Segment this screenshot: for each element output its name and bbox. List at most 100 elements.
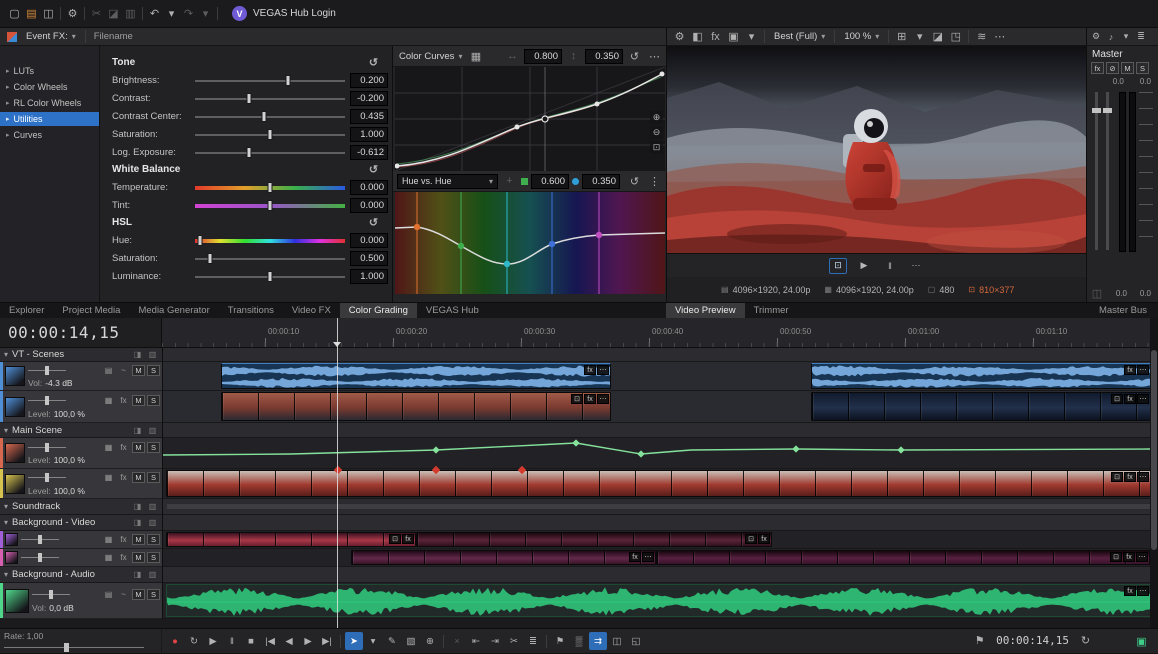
event-fx-dropdown[interactable]: Event FX: ▾ — [21, 29, 81, 45]
preview-quality-dropdown[interactable]: Best (Full)▾ — [769, 29, 830, 45]
undo-dropdown[interactable]: ▾ — [163, 5, 180, 22]
envelope-tool-button[interactable]: ✎ — [383, 632, 401, 650]
project-properties-icon[interactable]: ⚙ — [64, 5, 81, 22]
tab-video-preview[interactable]: Video Preview — [666, 303, 745, 319]
track-fx-icon[interactable]: fx — [117, 535, 130, 544]
slider-handle[interactable] — [208, 253, 213, 264]
slider-value[interactable]: 0.435 — [350, 109, 388, 124]
more-button[interactable]: ⋯ — [907, 258, 925, 274]
rate-slider-handle[interactable] — [64, 643, 69, 652]
master-insert-fx-button[interactable]: ⊘ — [1106, 62, 1119, 74]
timeline-timecode-display[interactable]: 00:00:14,15 — [0, 318, 162, 348]
slider-track[interactable] — [195, 129, 345, 140]
undo-icon[interactable]: ↶ — [146, 5, 163, 22]
slider-value[interactable]: 0.000 — [350, 198, 388, 213]
track-level-fader[interactable] — [28, 366, 66, 375]
slider-value[interactable]: 0.000 — [350, 180, 388, 195]
slider-handle[interactable] — [268, 182, 273, 193]
auto-ripple-button[interactable]: ⇉ — [589, 632, 607, 650]
tab-vegas-hub[interactable]: VEGAS Hub — [417, 303, 488, 319]
soundtrack-clip[interactable] — [166, 503, 1150, 510]
track-mute-button[interactable]: M — [132, 589, 145, 600]
tab-transitions[interactable]: Transitions — [219, 303, 283, 319]
delete-button[interactable]: × — [448, 632, 466, 650]
group-mute-icon[interactable]: ◨ — [132, 426, 143, 435]
volume-envelope[interactable] — [163, 438, 1150, 469]
slider-handle[interactable] — [247, 147, 252, 158]
reset-hue-curve-icon[interactable]: ↺ — [626, 173, 643, 190]
track-header-8[interactable]: ▦fxMS — [0, 531, 162, 549]
track-solo-button[interactable]: S — [147, 552, 160, 563]
track-group-background-audio[interactable]: ▾Background - Audio◨▥ — [0, 567, 162, 583]
fader-handle[interactable] — [45, 473, 49, 482]
fader-handle[interactable] — [45, 443, 49, 452]
next-frame-button[interactable]: ▶ — [299, 632, 317, 650]
fader-handle[interactable] — [38, 553, 42, 562]
track-automation-icon[interactable]: ▦ — [102, 553, 115, 562]
clip-fx-badge[interactable]: fx — [1124, 586, 1136, 596]
collapse-caret-icon[interactable]: ▾ — [4, 350, 8, 359]
slider-value[interactable]: 0.000 — [350, 233, 388, 248]
fader-handle[interactable] — [1092, 108, 1101, 113]
clip-fx-badge[interactable]: fx — [402, 534, 414, 544]
slider-handle[interactable] — [247, 93, 252, 104]
curve-y-value[interactable]: 0.350 — [585, 49, 623, 64]
track-level-fader[interactable] — [28, 473, 66, 482]
clip-crop-badge[interactable]: ⊡ — [389, 534, 401, 544]
timeline-clip[interactable]: ⊡fx⋯ — [221, 392, 611, 421]
grid-caret[interactable]: ▾ — [911, 28, 928, 45]
sidebar-item-rl-color-wheels[interactable]: ▸RL Color Wheels — [0, 96, 99, 110]
slider-value[interactable]: 1.000 — [350, 269, 388, 284]
reset-section-icon[interactable]: ↺ — [365, 161, 382, 178]
track-level-fader[interactable] — [21, 535, 59, 544]
hue-curve-editor[interactable] — [395, 192, 665, 294]
external-monitor-icon[interactable]: ▣ — [1133, 633, 1150, 650]
clip-fx-badge[interactable]: fx — [1123, 552, 1135, 562]
track-fx-icon[interactable]: fx — [117, 553, 130, 562]
track-header-4[interactable]: ▦fxMSLevel:100,0 % — [0, 438, 162, 469]
region-button[interactable]: ▒ — [570, 632, 588, 650]
clip-fx-badge[interactable]: fx — [629, 552, 641, 562]
track-fx-icon[interactable]: ~ — [117, 366, 130, 375]
track-level-fader[interactable] — [28, 443, 66, 452]
track-fx-icon[interactable]: ~ — [117, 590, 130, 599]
overlay-caret[interactable]: ▾ — [743, 28, 760, 45]
vegas-hub-login-button[interactable]: V VEGAS Hub Login — [232, 6, 336, 21]
slider-track[interactable] — [195, 235, 345, 246]
slider-track[interactable] — [195, 93, 345, 104]
master-caret[interactable]: ▾ — [1119, 28, 1133, 45]
reset-section-icon[interactable]: ↺ — [365, 214, 382, 231]
slider-handle[interactable] — [262, 111, 267, 122]
redo-icon[interactable]: ↷ — [180, 5, 197, 22]
preview-device-icon[interactable]: ⚙ — [671, 28, 688, 45]
open-project-icon[interactable]: ▤ — [23, 5, 40, 22]
tab-explorer[interactable]: Explorer — [0, 303, 53, 319]
tab-video-fx[interactable]: Video FX — [283, 303, 340, 319]
clip-crop-badge[interactable]: ⊡ — [1111, 394, 1123, 404]
group-fx-icon[interactable]: ▥ — [147, 502, 158, 511]
point-y-value[interactable]: 0.350 — [582, 174, 620, 189]
slider-handle[interactable] — [286, 75, 291, 86]
tab-project-media[interactable]: Project Media — [53, 303, 129, 319]
track-mute-button[interactable]: M — [132, 395, 145, 406]
copy-snapshot-icon[interactable]: ◪ — [929, 28, 946, 45]
clip-more-badge[interactable]: ⋯ — [597, 365, 609, 375]
track-header-9[interactable]: ▦fxMS — [0, 549, 162, 567]
play-button[interactable]: ▶ — [855, 258, 873, 274]
audio-device-icon[interactable]: ♪ — [1104, 28, 1118, 45]
curve-x-value[interactable]: 0.800 — [524, 49, 562, 64]
track-group-soundtrack[interactable]: ▾Soundtrack◨▥ — [0, 499, 162, 515]
track-automation-icon[interactable]: ▦ — [102, 535, 115, 544]
slider-track[interactable] — [195, 271, 345, 282]
clip-more-badge[interactable]: ⋯ — [1137, 394, 1149, 404]
timeline-clip[interactable]: ⊡fx⋯ — [656, 550, 1150, 565]
track-solo-button[interactable]: S — [147, 534, 160, 545]
clip-more-badge[interactable]: ⋯ — [1136, 552, 1148, 562]
track-automation-icon[interactable]: ▦ — [102, 473, 115, 482]
pause-button[interactable]: ‖ — [881, 258, 899, 274]
track-mute-button[interactable]: M — [132, 534, 145, 545]
clip-fx-badge[interactable]: fx — [584, 365, 596, 375]
slider-handle[interactable] — [268, 200, 273, 211]
slider-handle[interactable] — [268, 129, 273, 140]
clip-fx-badge[interactable]: fx — [1124, 394, 1136, 404]
